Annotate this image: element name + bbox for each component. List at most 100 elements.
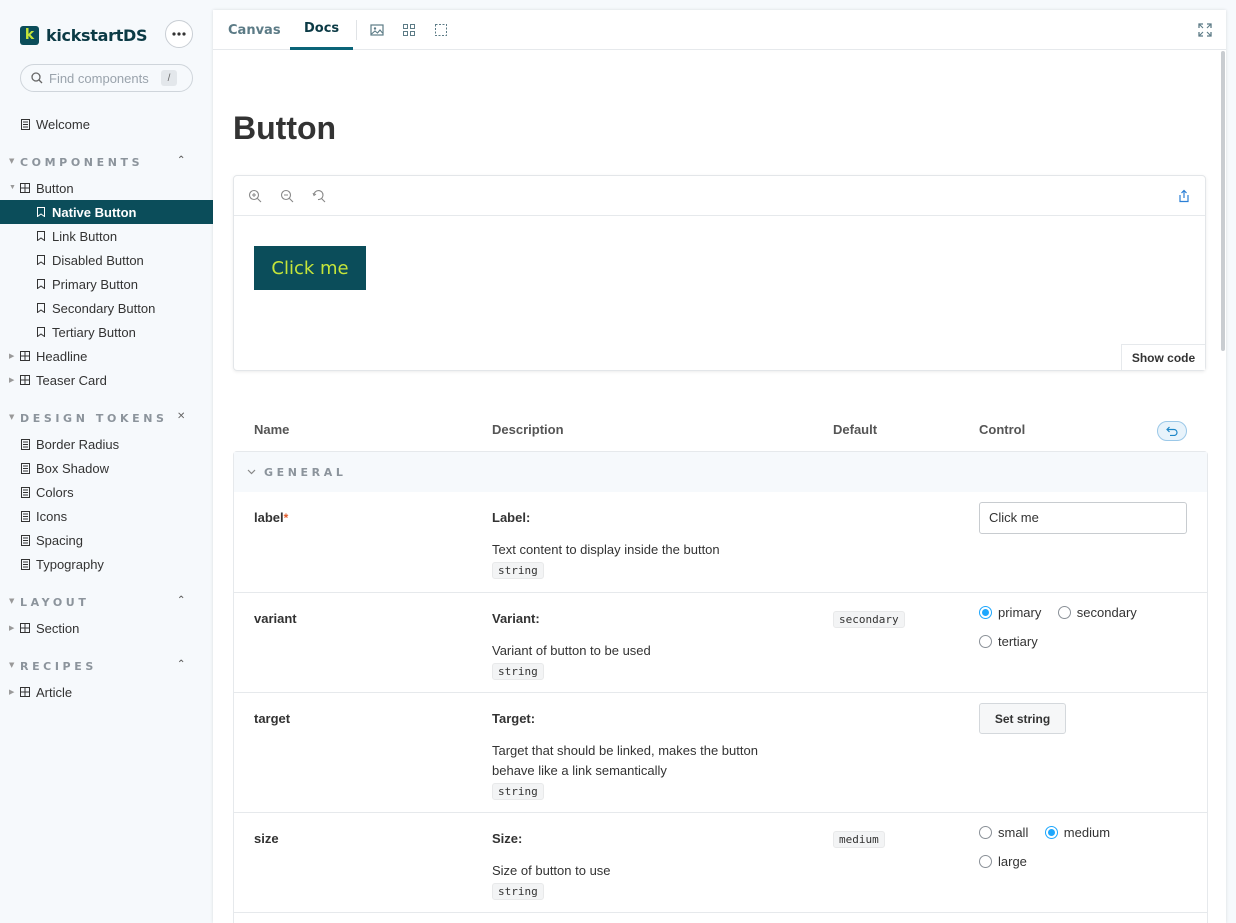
bookmark-icon <box>36 231 46 241</box>
toolbar: Canvas Docs <box>213 10 1226 50</box>
search-box[interactable]: / <box>20 64 193 92</box>
brand[interactable]: k kickstartDS <box>20 24 148 46</box>
radio-secondary[interactable]: secondary <box>1057 602 1137 622</box>
sidebar-item-typography[interactable]: Typography <box>0 552 213 576</box>
sidebar-item-tertiary-button[interactable]: Tertiary Button <box>0 320 213 344</box>
radio-label: small <box>998 824 1029 840</box>
radio-small[interactable]: small <box>979 822 1028 842</box>
size-radio-group: small medium large <box>979 822 1199 873</box>
radio-unselected-icon <box>1057 605 1071 619</box>
tab-docs[interactable]: Docs <box>290 10 354 50</box>
sidebar-item-teaser-card[interactable]: ▶ Teaser Card <box>0 368 213 392</box>
sidebar-item-label: Headline <box>36 348 88 364</box>
section-layout[interactable]: ▼ LAYOUT ⌃ <box>0 592 213 612</box>
expand-collapse-icon[interactable]: ⌃ <box>177 155 189 166</box>
more-options-button[interactable] <box>165 20 193 48</box>
sidebar-item-label: Welcome <box>36 116 90 132</box>
set-string-button[interactable]: Set string <box>979 703 1066 734</box>
radio-unselected-icon <box>979 635 992 648</box>
radio-tertiary[interactable]: tertiary <box>979 632 1038 652</box>
sidebar-item-primary-button[interactable]: Primary Button <box>0 272 213 296</box>
section-components[interactable]: ▼ COMPONENTS ⌃ <box>0 152 213 172</box>
sidebar-item-label: Box Shadow <box>36 460 109 476</box>
main-panel: Canvas Docs Button Click me Show code Na… <box>213 10 1226 923</box>
search-input[interactable] <box>49 70 161 86</box>
fullscreen-icon[interactable] <box>1198 23 1212 37</box>
sidebar-item-label: Button <box>36 180 74 196</box>
show-code-button[interactable]: Show code <box>1121 344 1205 370</box>
document-icon <box>20 510 30 522</box>
document-icon <box>20 462 30 474</box>
sidebar-item-label: Border Radius <box>36 436 120 452</box>
zoom-in-icon[interactable] <box>248 189 262 203</box>
column-header-name: Name <box>254 422 290 437</box>
scrollbar[interactable] <box>1221 51 1225 351</box>
prop-type: string <box>492 783 544 800</box>
radio-primary[interactable]: primary <box>979 602 1041 622</box>
sidebar-item-article[interactable]: ▶ Article <box>0 680 213 704</box>
section-title: DESIGN TOKENS <box>20 411 168 425</box>
label-input[interactable]: Click me <box>979 502 1187 534</box>
sidebar-item-native-button[interactable]: Native Button <box>0 200 213 224</box>
collapse-all-icon[interactable]: ✕ <box>177 411 189 422</box>
table-row: target Target: Target that should be lin… <box>234 692 1207 812</box>
component-icon <box>20 623 30 633</box>
tab-canvas[interactable]: Canvas <box>228 10 281 50</box>
sidebar-item-headline[interactable]: ▶ Headline <box>0 344 213 368</box>
page-title: Button <box>233 110 337 146</box>
radio-label: primary <box>998 604 1042 620</box>
prop-description: Size of button to use <box>492 863 611 878</box>
column-header-description: Description <box>492 422 564 437</box>
caret-right-icon: ▶ <box>9 353 15 360</box>
radio-large[interactable]: large <box>979 852 1027 872</box>
sidebar-item-link-button[interactable]: Link Button <box>0 224 213 248</box>
document-icon <box>20 534 30 546</box>
section-recipes[interactable]: ▼ RECIPES ⌃ <box>0 656 213 676</box>
sidebar-item-colors[interactable]: Colors <box>0 480 213 504</box>
brand-name: kickstartDS <box>46 25 148 45</box>
sidebar-item-section[interactable]: ▶ Section <box>0 616 213 640</box>
bookmark-icon <box>36 303 46 313</box>
bookmark-icon <box>36 327 46 337</box>
sidebar-item-disabled-button[interactable]: Disabled Button <box>0 248 213 272</box>
bookmark-icon <box>36 279 46 289</box>
reset-controls-button[interactable] <box>1157 421 1187 441</box>
caret-right-icon: ▶ <box>9 625 15 632</box>
sidebar-item-border-radius[interactable]: Border Radius <box>0 432 213 456</box>
zoom-out-icon[interactable] <box>280 189 294 203</box>
caret-down-icon: ▼ <box>9 597 18 605</box>
sidebar-item-button[interactable]: ▼ Button <box>0 176 213 200</box>
grid-icon[interactable] <box>402 23 416 37</box>
sidebar-item-box-shadow[interactable]: Box Shadow <box>0 456 213 480</box>
radio-unselected-icon <box>979 825 992 839</box>
demo-button[interactable]: Click me <box>254 246 366 290</box>
component-icon <box>20 183 30 193</box>
sidebar-item-icons[interactable]: Icons <box>0 504 213 528</box>
group-row-general[interactable]: GENERAL <box>234 452 1207 492</box>
column-header-default: Default <box>833 422 878 437</box>
radio-medium[interactable]: medium <box>1044 822 1111 842</box>
table-row-divider <box>234 912 1207 923</box>
section-design-tokens[interactable]: ▼ DESIGN TOKENS ✕ <box>0 408 213 428</box>
variant-radio-group: primary secondary tertiary <box>979 602 1199 653</box>
prop-description: Text content to display inside the butto… <box>492 542 720 557</box>
document-icon <box>20 118 30 130</box>
radio-label: medium <box>1063 824 1111 840</box>
sidebar-item-spacing[interactable]: Spacing <box>0 528 213 552</box>
radio-selected-icon <box>979 605 992 619</box>
sidebar-item-secondary-button[interactable]: Secondary Button <box>0 296 213 320</box>
expand-all-icon[interactable]: ⌃ <box>177 595 189 606</box>
table-row: variant Variant: Variant of button to be… <box>234 592 1207 692</box>
expand-all-icon[interactable]: ⌃ <box>177 659 189 670</box>
outline-icon[interactable] <box>434 23 448 37</box>
image-icon[interactable] <box>370 23 384 37</box>
more-dots-icon <box>172 32 186 36</box>
document-icon <box>20 486 30 498</box>
sidebar-item-welcome[interactable]: Welcome <box>0 112 213 136</box>
caret-right-icon: ▶ <box>9 377 15 384</box>
prop-name: target <box>254 711 291 726</box>
zoom-reset-icon[interactable] <box>312 189 326 203</box>
sidebar: k kickstartDS / Welcome ▼ COMPONENTS ⌃ ▼… <box>0 0 213 923</box>
prop-name-text: label <box>254 510 284 525</box>
share-icon[interactable] <box>1177 189 1191 203</box>
